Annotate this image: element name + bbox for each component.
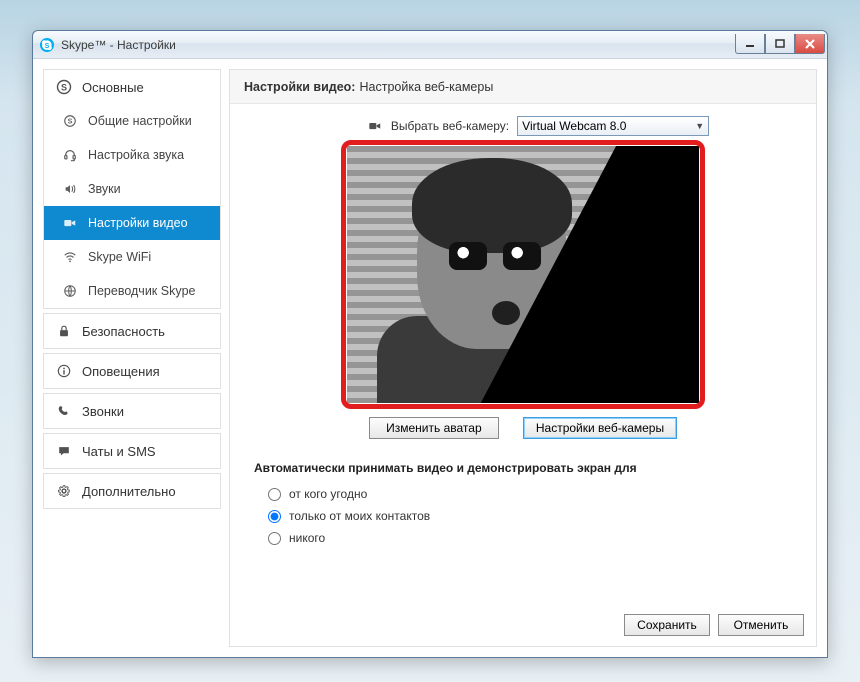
sidebar-head-label: Безопасность — [82, 324, 165, 339]
webcam-select-row: Выбрать веб-камеру: Virtual Webcam 8.0 ▼ — [284, 116, 792, 136]
radio-nobody[interactable]: никого — [254, 527, 792, 549]
radio-anyone-input[interactable] — [268, 488, 281, 501]
sidebar-item-label: Переводчик Skype — [88, 284, 196, 298]
sidebar-head-label: Основные — [82, 80, 144, 95]
minimize-button[interactable] — [735, 34, 765, 54]
content-header-rest: Настройка веб-камеры — [359, 80, 493, 94]
sidebar-group-security[interactable]: Безопасность — [43, 313, 221, 349]
radio-contacts-input[interactable] — [268, 510, 281, 523]
cancel-button[interactable]: Отменить — [718, 614, 804, 636]
sidebar-group-notifications[interactable]: Оповещения — [43, 353, 221, 389]
svg-text:S: S — [68, 119, 73, 126]
sidebar-item-skype-wifi[interactable]: Skype WiFi — [44, 240, 220, 274]
speaker-icon — [62, 181, 78, 197]
sidebar-item-general-settings[interactable]: S Общие настройки — [44, 104, 220, 138]
chevron-down-icon: ▼ — [695, 121, 704, 131]
sidebar-head-label: Звонки — [82, 404, 124, 419]
radio-contacts[interactable]: только от моих контактов — [254, 505, 792, 527]
video-icon — [367, 118, 383, 134]
webcam-preview — [347, 146, 699, 403]
svg-text:S: S — [45, 43, 50, 50]
webcam-settings-button[interactable]: Настройки веб-камеры — [523, 417, 677, 439]
svg-text:S: S — [61, 83, 67, 93]
info-icon — [56, 363, 72, 379]
sidebar-head-label: Чаты и SMS — [82, 444, 156, 459]
change-avatar-button[interactable]: Изменить аватар — [369, 417, 499, 439]
client-area: S Основные S Общие настройки Настройка з… — [43, 69, 817, 647]
webcam-preview-container — [347, 146, 699, 403]
chat-icon — [56, 443, 72, 459]
radio-label: никого — [289, 531, 325, 545]
phone-icon — [56, 403, 72, 419]
sidebar: S Основные S Общие настройки Настройка з… — [43, 69, 221, 647]
globe-icon — [62, 283, 78, 299]
skype-icon: S — [56, 79, 72, 95]
radio-anyone[interactable]: от кого угодно — [254, 483, 792, 505]
sidebar-item-audio-settings[interactable]: Настройка звука — [44, 138, 220, 172]
content-body: Выбрать веб-камеру: Virtual Webcam 8.0 ▼ — [230, 104, 816, 646]
gear-icon — [56, 483, 72, 499]
sidebar-head-general[interactable]: S Основные — [44, 70, 220, 104]
maximize-button[interactable] — [765, 34, 795, 54]
sidebar-group-advanced[interactable]: Дополнительно — [43, 473, 221, 509]
content-panel: Настройки видео: Настройка веб-камеры Вы… — [229, 69, 817, 647]
sidebar-item-label: Звуки — [88, 182, 121, 196]
wifi-icon — [62, 249, 78, 265]
preview-button-row: Изменить аватар Настройки веб-камеры — [254, 417, 792, 439]
skype-icon: S — [62, 113, 78, 129]
sidebar-group-calls[interactable]: Звонки — [43, 393, 221, 429]
close-button[interactable] — [795, 34, 825, 54]
sidebar-head-label: Оповещения — [82, 364, 160, 379]
radio-label: от кого угодно — [289, 487, 367, 501]
save-button[interactable]: Сохранить — [624, 614, 710, 636]
settings-window: S Skype™ - Настройки S Основные S Общие … — [32, 30, 828, 658]
sidebar-group-chats[interactable]: Чаты и SMS — [43, 433, 221, 469]
window-title: Skype™ - Настройки — [61, 38, 735, 52]
webcam-select[interactable]: Virtual Webcam 8.0 ▼ — [517, 116, 709, 136]
lock-icon — [56, 323, 72, 339]
sidebar-item-video-settings[interactable]: Настройки видео — [44, 206, 220, 240]
titlebar[interactable]: S Skype™ - Настройки — [33, 31, 827, 59]
sidebar-head-label: Дополнительно — [82, 484, 176, 499]
sidebar-group-general: S Основные S Общие настройки Настройка з… — [43, 69, 221, 309]
sidebar-item-label: Настройка звука — [88, 148, 184, 162]
radio-nobody-input[interactable] — [268, 532, 281, 545]
video-icon — [62, 215, 78, 231]
content-header-strong: Настройки видео: — [244, 80, 355, 94]
skype-logo-icon: S — [39, 37, 55, 53]
radio-label: только от моих контактов — [289, 509, 430, 523]
webcam-select-value: Virtual Webcam 8.0 — [522, 119, 626, 133]
auto-accept-label: Автоматически принимать видео и демонстр… — [254, 461, 792, 475]
sidebar-item-label: Skype WiFi — [88, 250, 151, 264]
headset-icon — [62, 147, 78, 163]
webcam-select-label: Выбрать веб-камеру: — [391, 119, 509, 133]
window-buttons — [735, 34, 825, 54]
content-header: Настройки видео: Настройка веб-камеры — [230, 70, 816, 104]
footer-buttons: Сохранить Отменить — [624, 614, 804, 636]
sidebar-item-sounds[interactable]: Звуки — [44, 172, 220, 206]
sidebar-item-label: Общие настройки — [88, 114, 192, 128]
sidebar-item-translator[interactable]: Переводчик Skype — [44, 274, 220, 308]
sidebar-item-label: Настройки видео — [88, 216, 188, 230]
